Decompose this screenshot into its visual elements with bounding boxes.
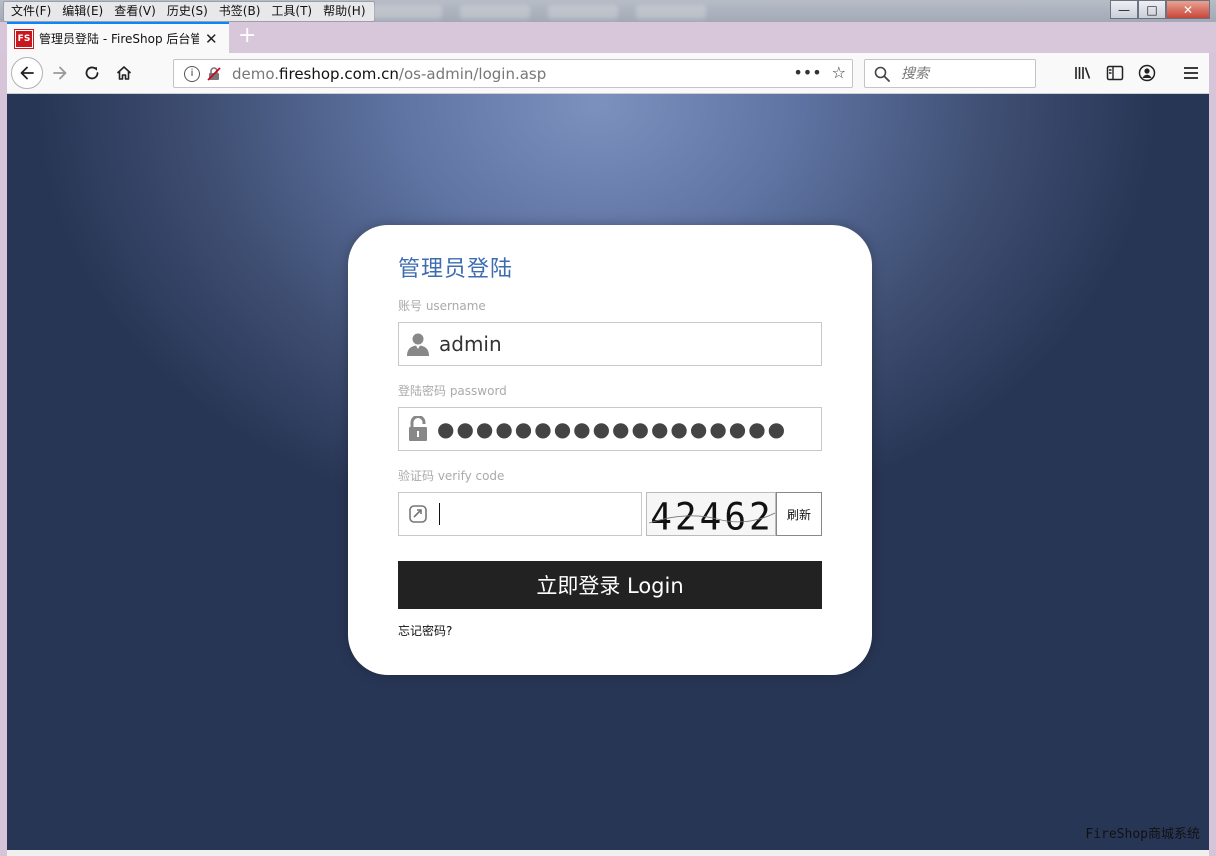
forgot-password-link[interactable]: 忘记密码?: [398, 622, 452, 639]
minimize-button[interactable]: —: [1110, 0, 1138, 19]
window-controls: — □ ✕: [1110, 0, 1210, 19]
menu-bar: 文件(F) 编辑(E) 查看(V) 历史(S) 书签(B) 工具(T) 帮助(H…: [3, 1, 375, 22]
username-field[interactable]: [398, 322, 822, 366]
footer-brand: FireShop商城系统: [1085, 827, 1200, 842]
background-tab: [636, 5, 706, 19]
menu-view[interactable]: 查看(V): [109, 2, 162, 21]
url-path: /os-admin/login.asp: [398, 64, 547, 83]
bookmark-star-icon[interactable]: ☆: [832, 63, 846, 82]
url-domain: fireshop.com.cn: [279, 64, 399, 83]
login-title: 管理员登陆: [398, 257, 514, 282]
login-card: 管理员登陆 账号 username 登陆密码 password: [348, 225, 872, 675]
hamburger-menu-icon[interactable]: [1179, 61, 1203, 85]
password-field[interactable]: ●●●●●●●●●●●●●●●●●●: [398, 407, 822, 451]
menu-tools[interactable]: 工具(T): [266, 2, 318, 21]
insecure-connection-icon[interactable]: [206, 66, 222, 82]
verify-label: 验证码 verify code: [398, 469, 505, 483]
url-text[interactable]: demo.fireshop.com.cn/os-admin/login.asp: [232, 65, 546, 83]
home-icon: [116, 66, 132, 80]
background-tab: [372, 5, 442, 19]
forward-button[interactable]: [45, 58, 75, 88]
reload-icon: [85, 66, 99, 80]
toolbar-icons: [1071, 61, 1159, 85]
menu-help[interactable]: 帮助(H): [318, 2, 371, 21]
password-label: 登陆密码 password: [398, 384, 507, 398]
user-icon: [399, 323, 437, 365]
back-arrow-icon: [20, 66, 34, 80]
menu-history[interactable]: 历史(S): [162, 2, 214, 21]
captcha-shield-icon: [399, 493, 437, 535]
library-icon[interactable]: [1071, 61, 1095, 85]
tab-title: 管理员登陆 - FireShop 后台管: [39, 32, 199, 46]
maximize-button[interactable]: □: [1138, 0, 1166, 19]
tab-login[interactable]: FS 管理员登陆 - FireShop 后台管 ✕: [7, 22, 229, 53]
close-window-button[interactable]: ✕: [1166, 0, 1210, 19]
captcha-text: 42462: [650, 495, 773, 536]
verify-input[interactable]: [440, 501, 634, 527]
home-button[interactable]: [109, 58, 139, 88]
status-strip: [7, 850, 1209, 856]
username-label: 账号 username: [398, 299, 486, 313]
refresh-captcha-button[interactable]: 刷新: [776, 492, 822, 536]
lock-icon: [399, 408, 437, 450]
search-input[interactable]: [899, 64, 1023, 83]
back-button[interactable]: [11, 57, 43, 89]
title-bar: 文件(F) 编辑(E) 查看(V) 历史(S) 书签(B) 工具(T) 帮助(H…: [0, 0, 1216, 22]
menu-edit[interactable]: 编辑(E): [57, 2, 109, 21]
captcha-image[interactable]: 42462: [646, 492, 776, 536]
tab-close-icon[interactable]: ✕: [205, 30, 218, 48]
tab-strip: FS 管理员登陆 - FireShop 后台管 ✕ +: [0, 22, 1216, 53]
page-background: 管理员登陆 账号 username 登陆密码 password: [7, 94, 1209, 850]
browser-window: 文件(F) 编辑(E) 查看(V) 历史(S) 书签(B) 工具(T) 帮助(H…: [0, 0, 1216, 856]
username-input[interactable]: [437, 331, 801, 357]
password-input[interactable]: ●●●●●●●●●●●●●●●●●●: [437, 419, 787, 439]
login-button[interactable]: 立即登录 Login: [398, 561, 822, 609]
info-icon[interactable]: i: [184, 65, 200, 82]
reload-button[interactable]: [77, 58, 107, 88]
url-prefix: demo.: [232, 64, 280, 83]
background-tab: [460, 5, 530, 19]
url-bar[interactable]: i demo.fireshop.com.cn/os-admin/login.as…: [173, 59, 853, 88]
background-tab: [548, 5, 618, 19]
page-actions-icon[interactable]: •••: [793, 63, 821, 82]
menu-bookmarks[interactable]: 书签(B): [214, 2, 267, 21]
search-bar[interactable]: [864, 59, 1036, 88]
navigation-bar: i demo.fireshop.com.cn/os-admin/login.as…: [7, 53, 1209, 94]
forward-arrow-icon: [53, 66, 67, 80]
account-icon[interactable]: [1135, 61, 1159, 85]
menu-file[interactable]: 文件(F): [6, 2, 57, 21]
fireshop-favicon-icon: FS: [14, 28, 34, 49]
verify-field[interactable]: [398, 492, 642, 536]
new-tab-button[interactable]: +: [238, 25, 256, 47]
sidebar-icon[interactable]: [1103, 61, 1127, 85]
url-actions: ••• ☆: [793, 63, 846, 82]
search-icon: [873, 65, 891, 83]
background-tabs: [372, 2, 706, 20]
